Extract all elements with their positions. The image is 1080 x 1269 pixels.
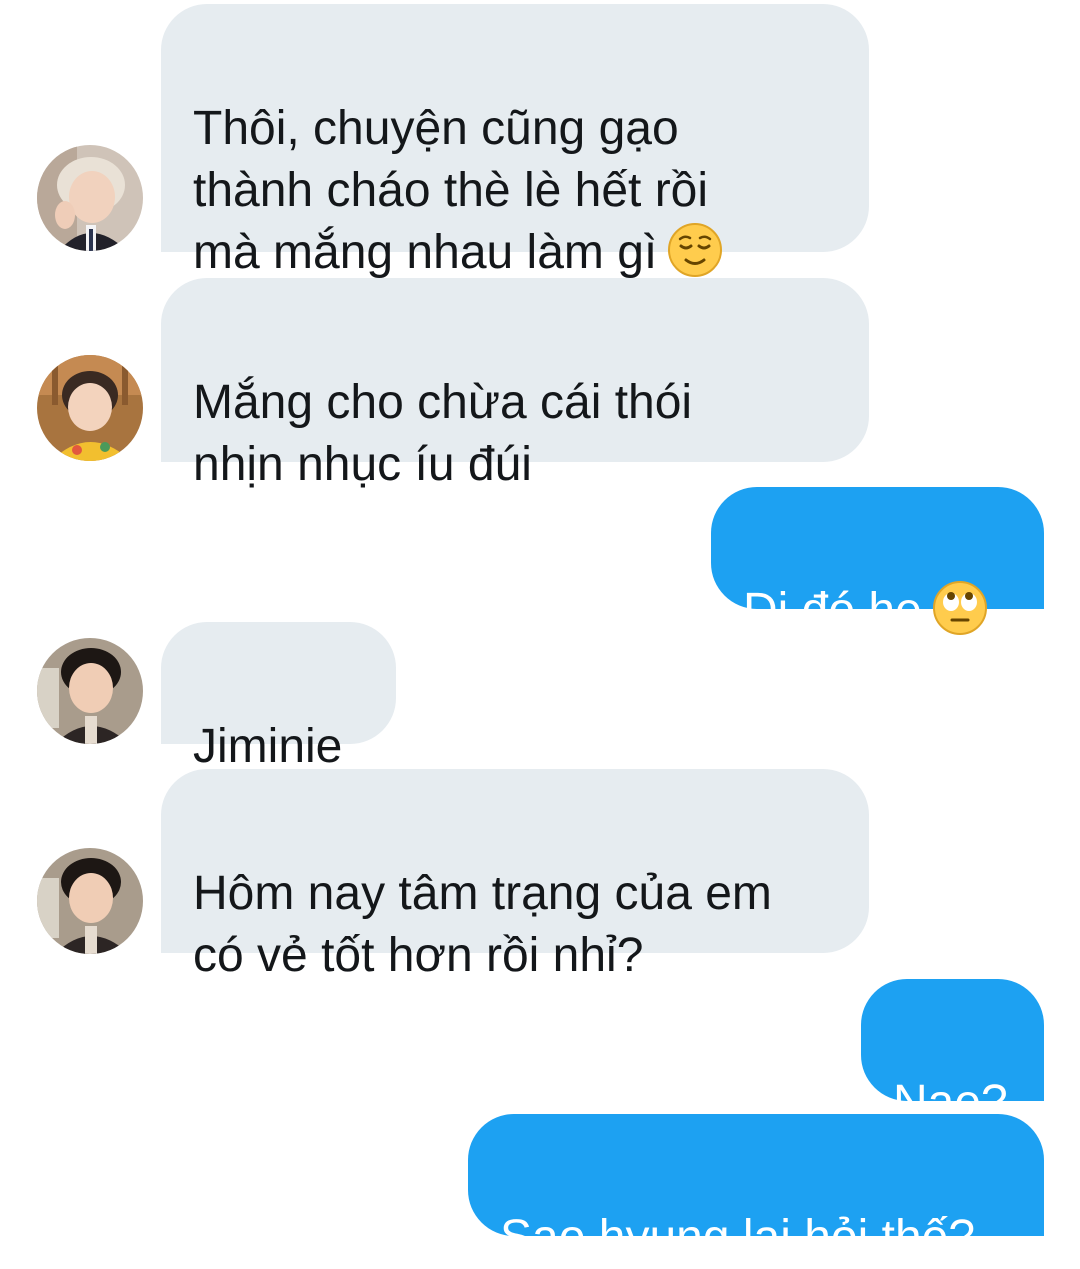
message-text: Thôi, chuyện cũng gạo thành cháo thè lè …: [193, 102, 709, 279]
avatar-dark-hair[interactable]: [37, 638, 143, 744]
relieved-face-icon: [667, 222, 723, 278]
message-bubble-incoming[interactable]: Hôm nay tâm trạng của em có vẻ tốt hơn r…: [161, 769, 869, 982]
message-text: Sao hyung lại hỏi thế?: [500, 1211, 976, 1264]
message-text: Hôm nay tâm trạng của em có vẻ tốt hơn r…: [193, 867, 772, 982]
message-bubble-incoming[interactable]: Jiminie: [161, 622, 396, 773]
message-bubble-outgoing[interactable]: Dị đó he: [711, 487, 1044, 637]
message-bubble-outgoing[interactable]: Sao hyung lại hỏi thế?: [468, 1114, 1044, 1264]
avatar-blond-hair[interactable]: [37, 145, 143, 251]
eye-roll-face-icon: [932, 580, 988, 636]
avatar-dark-hair[interactable]: [37, 848, 143, 954]
message-text: Mắng cho chừa cái thói nhịn nhục íu đúi: [193, 376, 693, 491]
message-bubble-outgoing[interactable]: Nae?: [861, 979, 1044, 1129]
avatar-yellow-shirt[interactable]: [37, 355, 143, 461]
message-bubble-incoming[interactable]: Mắng cho chừa cái thói nhịn nhục íu đúi: [161, 278, 869, 491]
message-bubble-incoming[interactable]: Thôi, chuyện cũng gạo thành cháo thè lè …: [161, 4, 869, 279]
message-text: Jiminie: [193, 720, 343, 773]
message-text: Dị đó he: [743, 584, 922, 637]
